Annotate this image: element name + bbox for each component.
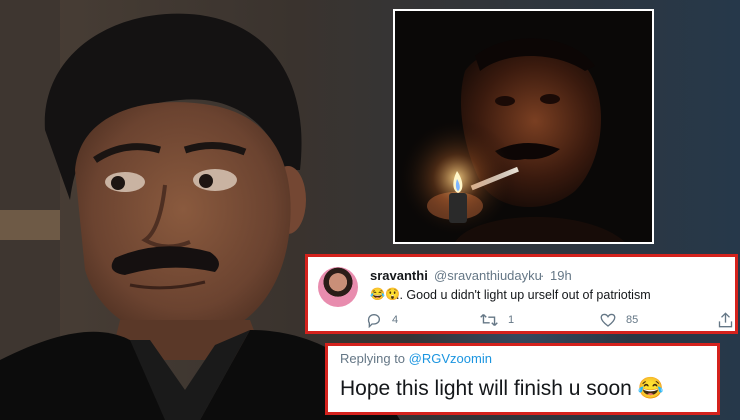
- tweet-timestamp[interactable]: 19h: [550, 268, 572, 283]
- share-icon: [718, 312, 733, 328]
- share-button[interactable]: [718, 312, 733, 328]
- time-separator: ·: [540, 268, 545, 283]
- reply-card[interactable]: Replying to @RGVzoomin Hope this light w…: [325, 343, 720, 415]
- replying-prefix: Replying to: [340, 351, 409, 366]
- reply-text: Hope this light will finish u soon 😂: [340, 377, 664, 400]
- like-count: 85: [626, 314, 639, 326]
- retweet-icon: [480, 313, 498, 327]
- retweet-button[interactable]: 1: [480, 312, 514, 328]
- tweet-text: .. Good u didn't light up urself out of …: [396, 288, 651, 302]
- mention-link[interactable]: @RGVzoomin: [409, 351, 492, 366]
- like-button[interactable]: 85: [600, 312, 638, 328]
- reply-button[interactable]: 4: [366, 312, 398, 328]
- retweet-count: 1: [508, 314, 515, 326]
- avatar[interactable]: [318, 267, 358, 307]
- tweet-card[interactable]: sravanthi @sravanthiudayku · 19h 😂😲 .. G…: [305, 254, 738, 334]
- lighter-photo: [393, 9, 654, 244]
- lighter-photo-image: [395, 11, 652, 242]
- user-handle[interactable]: @sravanthiudayku: [434, 268, 542, 283]
- like-icon: [600, 313, 616, 327]
- reply-icon: [367, 314, 380, 328]
- replying-to-line: Replying to @RGVzoomin: [340, 351, 492, 366]
- display-name[interactable]: sravanthi: [370, 268, 428, 283]
- reply-count: 4: [392, 314, 399, 326]
